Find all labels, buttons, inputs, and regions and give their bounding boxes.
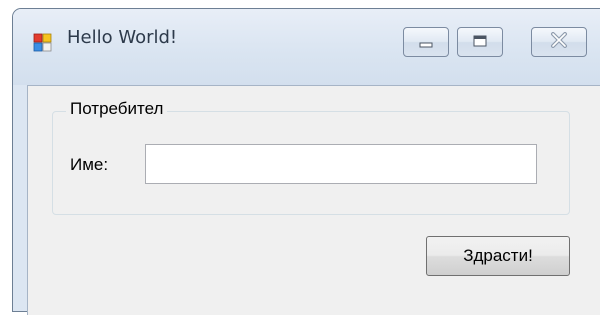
close-icon <box>550 32 568 52</box>
window-title: Hello World! <box>67 27 178 48</box>
close-button[interactable] <box>531 27 587 57</box>
client-area: Потребител Име: Здрасти! <box>27 85 600 315</box>
app-window-icon <box>33 33 53 53</box>
group-box-title: Потребител <box>66 99 168 119</box>
name-label: Име: <box>70 155 109 174</box>
maximize-icon <box>472 33 488 52</box>
minimize-icon <box>418 33 434 52</box>
name-input[interactable] <box>145 144 537 184</box>
maximize-button[interactable] <box>457 27 503 57</box>
app-window: Hello World! Потребител Име: Здрасти! <box>12 8 600 315</box>
minimize-button[interactable] <box>403 27 449 57</box>
title-bar[interactable]: Hello World! <box>13 9 600 85</box>
greet-button[interactable]: Здрасти! <box>426 236 570 276</box>
